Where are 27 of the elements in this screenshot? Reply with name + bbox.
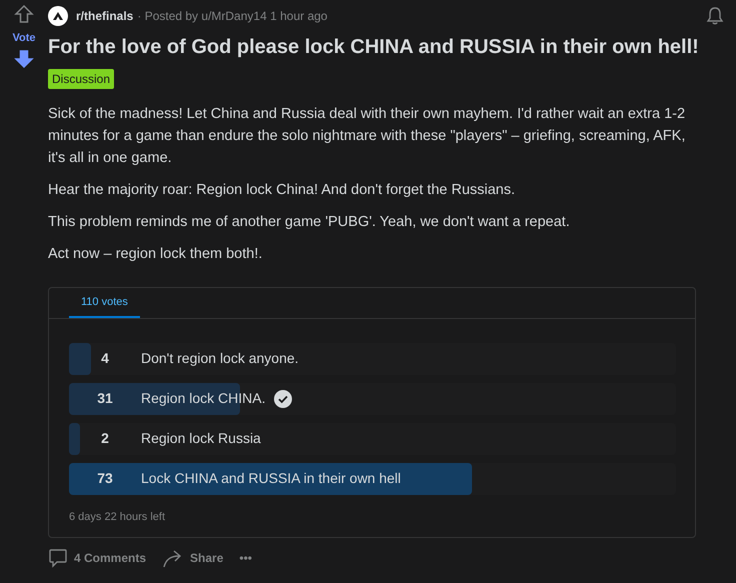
share-button[interactable]: Share: [158, 546, 228, 570]
downvote-icon[interactable]: [14, 48, 34, 68]
flair-tag[interactable]: Discussion: [48, 69, 114, 89]
poll-option: Lock CHINA and RUSSIA in their own hell: [141, 468, 401, 489]
poll-tab[interactable]: 110 votes: [69, 288, 140, 318]
vote-count: 4: [100, 349, 110, 368]
notification-bell-icon[interactable]: [704, 6, 725, 26]
post-title: For the love of God please lock CHINA and RUSSIA in their own hell!: [48, 35, 699, 60]
post-paragraph: This problem reminds me of another game 'PUBG'. Yeah, we don't want a repeat.: [48, 213, 571, 232]
time-left: 6 days 22 hours left: [68, 510, 166, 524]
comment-icon: [48, 548, 68, 568]
more-options-button[interactable]: •••: [235, 547, 256, 569]
vote-count: 73: [96, 469, 114, 488]
post-paragraph: Sick of the madness! Let China and Russia deal with their own mayhem. I'd rather wait an extra 1-2 minutes for a game than endure the solo nightmare with these "players" – griefing, screaming, AFK, it's all in one game.: [48, 105, 686, 168]
upvote-icon[interactable]: [14, 4, 34, 24]
post-paragraph: Hear the majority roar: Region lock China! And don't forget the Russians.: [48, 181, 516, 200]
vote-count: 2: [100, 429, 110, 448]
subreddit-link[interactable]: r/thefinals: [76, 7, 134, 25]
poll-option: Region lock CHINA.: [141, 388, 266, 409]
comments-button[interactable]: 4 Comments: [44, 546, 150, 570]
post-paragraph: Act now – region lock them both!.: [48, 245, 264, 264]
poll-option: Region lock Russia: [141, 428, 261, 449]
post-meta: · Posted by u/MrDany14 1 hour ago: [137, 8, 328, 25]
vote-count: 31: [96, 389, 114, 408]
subreddit-icon[interactable]: [48, 6, 68, 26]
vote-count: Vote: [12, 31, 36, 46]
poll-option: Don't region lock anyone.: [141, 348, 299, 369]
